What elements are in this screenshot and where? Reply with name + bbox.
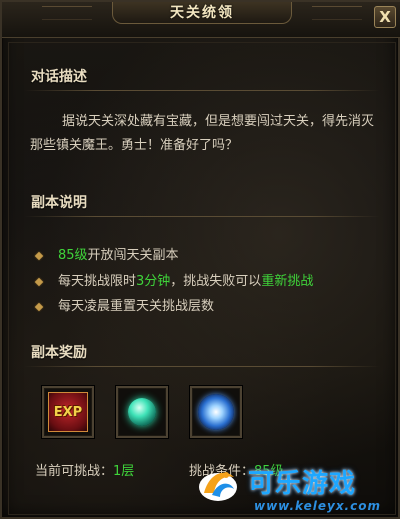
dialog-text: 据说天关深处藏有宝藏，但是想要闯过天关，得先消灭那些镇关魔王。勇士！准备好了吗？ [30,114,375,153]
watermark-url: www.keleyx.com [254,499,381,513]
list-item-text: ，挑战失败可以 [170,274,262,289]
title-plate: 天关统领 [112,2,292,24]
current-challenge-value: 1层 [113,464,135,479]
window-title: 天关统领 [170,5,234,21]
list-item-text: 开放闯天关副本 [87,248,179,263]
reward-heading: 副本奖励 [31,345,87,361]
level-requirement: 85级 [58,248,88,263]
exp-icon: EXP [48,392,88,432]
site-watermark: 可乐游戏 www.keleyx.com [192,457,400,519]
list-item: 每天凌晨重置天关挑战层数 [34,295,215,314]
title-ornament-right [312,6,362,20]
diamond-bullet-icon [34,277,44,286]
diamond-bullet-icon [34,251,44,260]
green-orb-icon [128,398,156,426]
list-item-text: 每天挑战限时 [58,274,137,289]
title-ornament-left [42,6,92,20]
list-item: 85级开放闯天关副本 [34,244,179,263]
watermark-logo-icon [199,472,237,501]
list-item-text: 每天凌晨重置天关挑战层数 [58,299,215,314]
reward-slot-green-orb[interactable] [116,386,168,438]
instance-heading: 副本说明 [31,195,87,211]
current-challenge: 当前可挑战：1层 [35,460,134,479]
retry-text: 重新挑战 [261,274,314,289]
reward-slot-exp[interactable]: EXP [42,386,94,438]
close-button[interactable]: X [374,6,396,28]
divider [24,90,380,91]
list-item: 每天挑战限时3分钟，挑战失败可以重新挑战 [34,270,314,289]
time-limit: 3分钟 [136,274,171,289]
reward-slot-blue-orb[interactable] [190,386,242,438]
watermark-text: 可乐游戏 [248,469,357,499]
dialog-heading: 对话描述 [31,69,87,85]
diamond-bullet-icon [34,302,44,311]
instance-dialog-panel: 天关统领 X 对话描述 据说天关深处藏有宝藏，但是想要闯过天关，得先消灭那些镇关… [0,0,400,519]
current-challenge-label: 当前可挑战： [35,464,114,479]
title-bar[interactable]: 天关统领 X [2,2,400,38]
divider [24,216,380,217]
divider [24,366,380,367]
blue-orb-icon [198,394,234,430]
